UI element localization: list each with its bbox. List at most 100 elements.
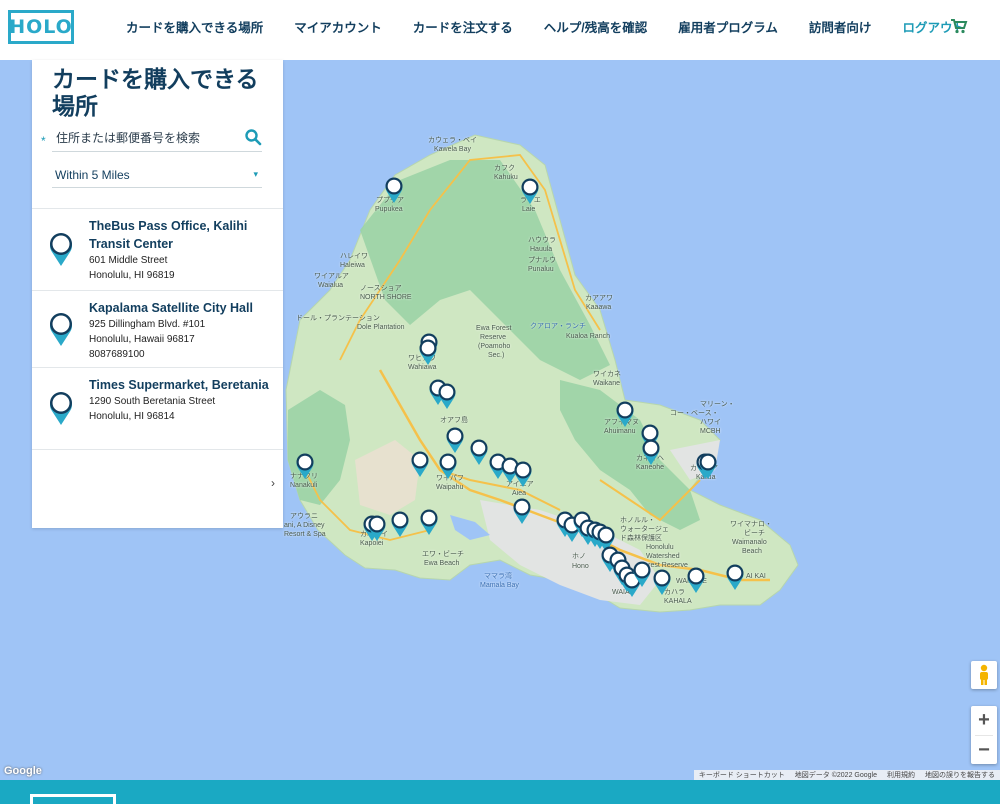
map-label: ハウウラ <box>528 237 556 244</box>
map-label: ママラ湾 <box>484 573 512 580</box>
map-pin-icon[interactable] <box>384 176 404 204</box>
map-label: Waimanalo <box>732 539 767 546</box>
map-label: クアロア・ランチ <box>530 323 586 330</box>
nav-visitors[interactable]: 訪問者向け <box>809 17 872 36</box>
nav-employer-program[interactable]: 雇用者プログラム <box>678 17 778 36</box>
result-name: Times Supermarket, Beretania <box>89 378 269 392</box>
nav-help-balance[interactable]: ヘルプ/残高を確認 <box>544 17 647 36</box>
panel-title: カードを購入できる場所 <box>52 66 259 119</box>
map-pin-icon[interactable] <box>295 452 315 480</box>
map-label: (Poamoho <box>478 343 511 350</box>
map-label: Mamala Bay <box>480 582 519 589</box>
map-label: Kaaawa <box>586 304 612 311</box>
map-label: Kawela Bay <box>434 146 471 153</box>
nav-order-card[interactable]: カードを注文する <box>413 17 513 36</box>
map-label: Pupukea <box>375 206 403 213</box>
map-label: Hono <box>572 563 589 570</box>
next-page-button[interactable]: › <box>271 476 275 490</box>
map-label: Kahuku <box>494 174 518 181</box>
map-label: NORTH SHORE <box>360 294 412 301</box>
map-pin-icon[interactable] <box>512 497 532 525</box>
google-logo: Google <box>4 765 42 777</box>
radius-select-value: Within 5 Miles <box>55 168 130 182</box>
zoom-out-button[interactable]: − <box>971 736 997 765</box>
zoom-in-button[interactable]: + <box>971 706 997 735</box>
map-pin-icon[interactable] <box>641 438 661 466</box>
search-icon[interactable] <box>244 128 262 146</box>
map-label: Honolulu <box>646 544 674 551</box>
map-label: Ewa Beach <box>424 560 460 567</box>
map-label: オアフ島 <box>440 417 468 424</box>
map-label: Ahuimanu <box>604 428 636 435</box>
map-pin-icon[interactable] <box>438 452 458 480</box>
map-label: Waialua <box>318 282 344 289</box>
required-mark: * <box>41 134 46 148</box>
cart-icon[interactable] <box>950 18 968 34</box>
map-pin-icon[interactable] <box>419 508 439 536</box>
map-label: Hauula <box>530 246 553 253</box>
map-label: ビーチ <box>744 530 765 537</box>
map-label: Haleiwa <box>340 262 365 269</box>
map-pin-icon[interactable] <box>615 400 635 428</box>
map-label: Laie <box>522 206 536 213</box>
location-pin-icon <box>50 313 72 346</box>
map-label: AI KAI <box>746 573 766 580</box>
map-label: Waipahu <box>436 484 464 491</box>
street-view-pegman-icon[interactable] <box>971 661 997 689</box>
nav-where-to-buy[interactable]: カードを購入できる場所 <box>126 17 263 36</box>
locations-panel: カードを購入できる場所 * Within 5 Miles ▾ TheBus Pa… <box>32 60 283 528</box>
map-label: MCBH <box>700 428 721 435</box>
map-label: ド森林保護区 <box>620 535 662 542</box>
map-label: ワイマナロ・ <box>730 521 772 528</box>
map-label: ani, A Disney <box>284 522 325 529</box>
map-pin-icon[interactable] <box>632 560 652 588</box>
map-pin-icon[interactable] <box>390 510 410 538</box>
map-label: Waikane <box>593 380 620 387</box>
result-phone: 8087689100 <box>89 349 145 360</box>
radius-select[interactable]: Within 5 Miles ▾ <box>52 162 262 188</box>
map-label: ワイカネ <box>593 371 621 378</box>
result-address: 601 Middle Street <box>89 255 168 266</box>
map-pin-icon[interactable] <box>469 438 489 466</box>
holo-logo[interactable]: HOLO <box>8 10 74 44</box>
map-pin-icon[interactable] <box>520 177 540 205</box>
map-label: カアアワ <box>585 295 613 302</box>
map-label: マリーン・ <box>700 401 735 408</box>
top-header: HOLO カードを購入できる場所 マイアカウント カードを注文する ヘルプ/残高… <box>0 0 1000 60</box>
map-label: コー・ベース・ <box>670 410 719 417</box>
map-label: エワ・ビーチ <box>422 551 464 558</box>
result-address: 1290 South Beretania Street <box>89 396 216 407</box>
result-name: Kapalama Satellite City Hall <box>89 301 253 315</box>
location-pin-icon <box>50 233 72 266</box>
map-label: Nanakuli <box>290 482 318 489</box>
nav-my-account[interactable]: マイアカウント <box>294 17 382 36</box>
map-label: Beach <box>742 548 762 555</box>
map-pin-icon[interactable] <box>725 563 745 591</box>
zoom-control: + − <box>971 706 997 764</box>
map-label: Kualoa Ranch <box>566 333 610 340</box>
map-pin-icon[interactable] <box>686 566 706 594</box>
map-pin-icon[interactable] <box>367 514 387 542</box>
map-pin-icon[interactable] <box>437 382 457 410</box>
footer <box>0 780 1000 804</box>
map-label: Punaluu <box>528 266 554 273</box>
address-search-input[interactable] <box>56 128 236 148</box>
map-label: ドール・プランテーション <box>296 315 380 322</box>
result-item[interactable]: Times Supermarket, Beretania 1290 South … <box>32 368 283 450</box>
result-item[interactable]: TheBus Pass Office, Kalihi Transit Cente… <box>32 209 283 291</box>
footer-logo <box>30 794 116 804</box>
result-address: 925 Dillingham Blvd. #101 <box>89 319 206 330</box>
results-list: TheBus Pass Office, Kalihi Transit Cente… <box>32 208 283 450</box>
map-pin-icon[interactable] <box>445 426 465 454</box>
map-label: カウェラ・ベイ <box>428 137 477 144</box>
map-pin-icon[interactable] <box>698 452 718 480</box>
result-item[interactable]: Kapalama Satellite City Hall 925 Dilling… <box>32 291 283 368</box>
map-label: Sec.) <box>488 352 505 359</box>
map-pin-icon[interactable] <box>410 450 430 478</box>
map-label: ワイアルア <box>314 273 349 280</box>
result-city: Honolulu, Hawaii 96817 <box>89 334 195 345</box>
map-label: ノースショア <box>360 285 402 292</box>
map-pin-icon[interactable] <box>652 568 672 596</box>
map-pin-icon[interactable] <box>418 338 438 366</box>
map-pin-icon[interactable] <box>513 460 533 488</box>
